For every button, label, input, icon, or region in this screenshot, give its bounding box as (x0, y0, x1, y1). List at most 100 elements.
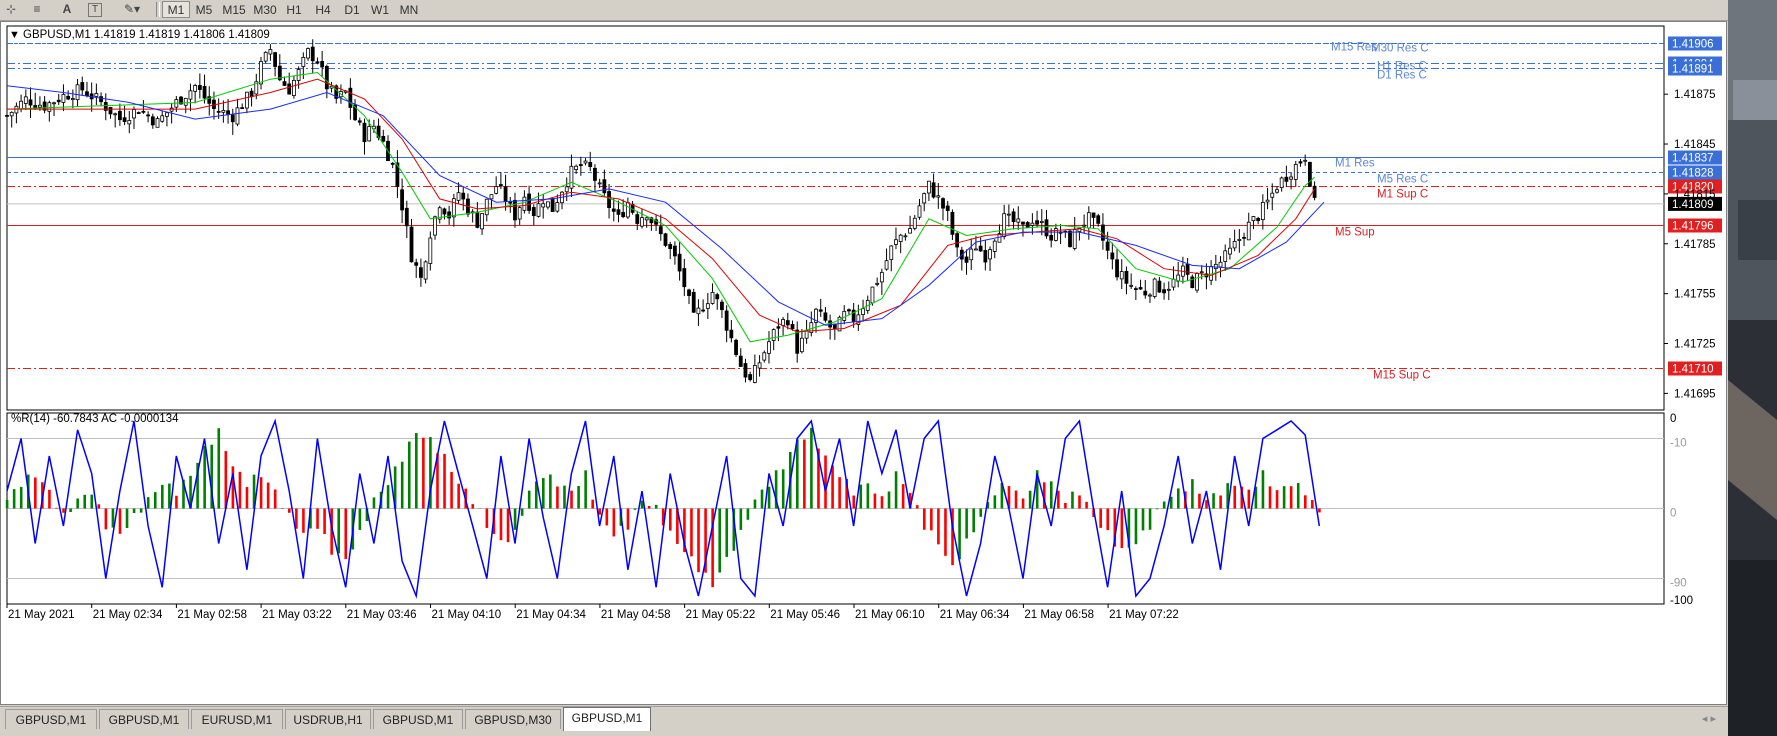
time-axis-label: 21 May 05:46 (770, 609, 840, 621)
ac-bar (12, 489, 16, 509)
candle-body (433, 216, 437, 236)
candle-body (983, 250, 988, 263)
price-axis-label: 1.41695 (1674, 388, 1716, 400)
candle-body (1171, 278, 1176, 288)
candle-body (1091, 212, 1096, 218)
shapes-icon[interactable]: ✎▾ (116, 1, 148, 17)
timeframe-m30[interactable]: M30 (250, 1, 280, 18)
ac-bar (1296, 483, 1300, 509)
candle-body (306, 48, 310, 59)
candle-body (498, 184, 503, 187)
candle-body (1213, 263, 1218, 269)
chart-tab[interactable]: GBPUSD,M1 (373, 709, 463, 729)
timeframe-m5[interactable]: M5 (190, 1, 218, 18)
chart-tab[interactable]: GBPUSD,M30 (465, 709, 561, 729)
timeframe-w1[interactable]: W1 (366, 1, 394, 18)
fibo-icon[interactable]: ≡ (28, 1, 46, 17)
timeframe-d1[interactable]: D1 (338, 1, 366, 18)
ac-bar (965, 508, 968, 539)
candle-body (85, 91, 89, 97)
ac-bar (288, 508, 291, 513)
candle-body (484, 198, 489, 216)
ac-bar (591, 499, 594, 509)
candle-body (1251, 216, 1256, 222)
price-axis-label: 1.41725 (1674, 339, 1716, 351)
candle-body (1185, 263, 1190, 275)
level-price-label: 1.41891 (1672, 64, 1714, 76)
candle-body (1242, 236, 1246, 239)
candle-body (80, 82, 85, 91)
level-label: D1 Res C (1377, 70, 1427, 82)
ac-bar (506, 508, 510, 543)
candle-body (202, 86, 207, 99)
ac-bar (1148, 508, 1152, 530)
ac-bar (901, 484, 905, 509)
chart-header-arrow[interactable]: ▼ (9, 29, 20, 41)
ac-bar (1071, 491, 1074, 509)
crosshair-icon[interactable]: ⊹ (2, 1, 20, 17)
timeframe-mn[interactable]: MN (394, 1, 424, 18)
tab-scroll-arrows[interactable]: ◂ ▸ (1702, 712, 1716, 725)
ac-bar (697, 508, 700, 573)
ac-bar (1134, 508, 1138, 545)
candle-body (1086, 212, 1091, 229)
time-axis-label: 21 May 05:22 (686, 609, 756, 621)
ac-bar (1176, 488, 1180, 509)
ac-bar (337, 508, 341, 554)
candle-body (729, 329, 734, 339)
ac-bar (739, 508, 743, 530)
ac-bar (485, 508, 489, 528)
chart-tab[interactable]: GBPUSD,M1 (99, 709, 189, 729)
candle-body (127, 120, 132, 125)
timeframe-h4[interactable]: H4 (308, 1, 338, 18)
chart-tab[interactable]: GBPUSD,M1 (5, 709, 97, 729)
candle-body (1035, 220, 1039, 225)
candle-body (752, 365, 757, 383)
candle-body (710, 291, 715, 304)
label-icon[interactable]: T (88, 3, 102, 17)
chart-tab[interactable]: USDRUB,H1 (285, 709, 371, 729)
candle-body (527, 193, 531, 211)
timeframe-h1[interactable]: H1 (280, 1, 308, 18)
ac-bar (118, 508, 122, 534)
timeframe-m1[interactable]: M1 (162, 1, 190, 18)
candle-body (381, 136, 386, 142)
candle-body (1162, 289, 1166, 294)
ac-bar (1028, 490, 1032, 509)
ac-bar (605, 508, 609, 526)
time-axis-label: 21 May 03:22 (262, 609, 332, 621)
candle-body (1246, 221, 1251, 241)
ac-bar (83, 494, 87, 509)
candle-body (1044, 219, 1049, 237)
ac-bar (457, 483, 460, 509)
chart-tab[interactable]: EURUSD,M1 (191, 709, 283, 729)
toolbar-separator (156, 2, 160, 17)
candle-body (1119, 271, 1124, 280)
candle-body (226, 110, 230, 115)
candle-body (1011, 211, 1016, 223)
candle-body (99, 96, 103, 103)
candle-body (61, 94, 66, 103)
text-tool-button[interactable]: A (58, 1, 76, 17)
ac-bar (358, 508, 362, 530)
ac-bar (245, 487, 249, 509)
candle-body (908, 228, 912, 234)
candle-body (1021, 221, 1025, 225)
chart-tab[interactable]: GBPUSD,M1 (563, 707, 651, 731)
ac-bar (1162, 501, 1166, 509)
chart-canvas[interactable]: M30 Res C1.41906M15 ResH1 Res C1.41894D1… (1, 22, 1726, 704)
chart-window[interactable]: M30 Res C1.41906M15 ResH1 Res C1.41894D1… (0, 21, 1727, 705)
candle-body (823, 312, 828, 321)
ac-bar (746, 508, 750, 520)
candle-body (767, 341, 771, 354)
ac-bar (1247, 489, 1251, 509)
ac-bar (316, 508, 319, 529)
candle-body (1049, 234, 1054, 241)
candle-body (720, 301, 724, 311)
candle-body (1279, 177, 1284, 189)
price-axis-label: 1.41875 (1674, 89, 1716, 101)
candle-body (1157, 280, 1162, 293)
ac-bar (48, 489, 51, 509)
candle-body (517, 207, 522, 220)
timeframe-m15[interactable]: M15 (218, 1, 250, 18)
